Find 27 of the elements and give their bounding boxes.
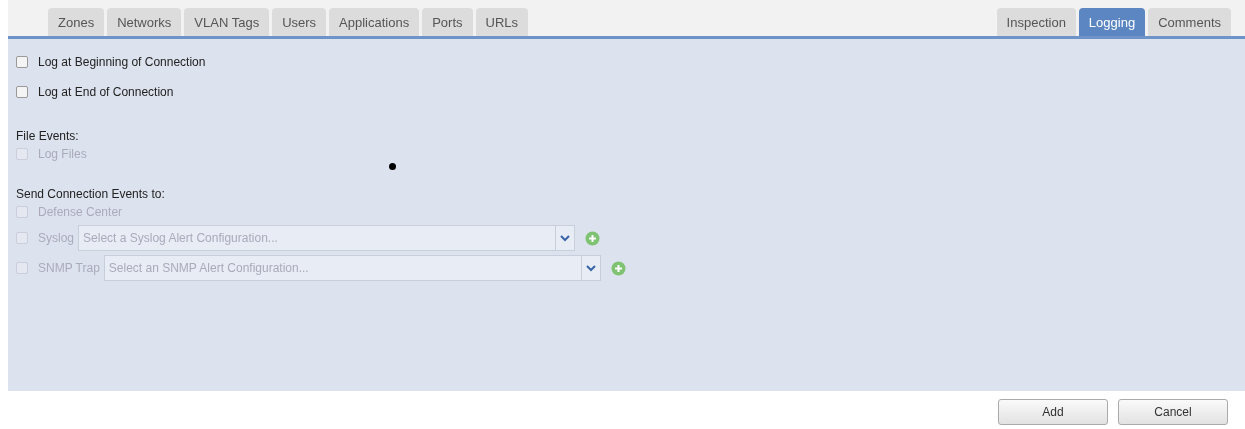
- checkbox-label: Log Files: [38, 147, 87, 161]
- checkbox[interactable]: [16, 86, 28, 98]
- tab[interactable]: Zones: [48, 8, 105, 36]
- section-heading: Send Connection Events to:: [16, 187, 166, 201]
- dialog-button[interactable]: Cancel: [1118, 399, 1228, 425]
- checkbox[interactable]: [16, 56, 28, 68]
- cursor-dot: [389, 163, 396, 170]
- tab[interactable]: Logging: [1078, 8, 1146, 36]
- tab[interactable]: Comments: [1148, 8, 1231, 36]
- checkbox-label: Log at Beginning of Connection: [38, 55, 206, 69]
- dialog-button[interactable]: Add: [998, 399, 1108, 425]
- section-heading: File Events:: [16, 129, 80, 143]
- checkbox-label: Defense Center: [38, 205, 123, 219]
- tab[interactable]: URLs: [475, 8, 529, 36]
- tab[interactable]: Ports: [422, 8, 473, 36]
- tab[interactable]: Applications: [329, 8, 420, 36]
- tab[interactable]: Users: [272, 8, 327, 36]
- add-icon[interactable]: [585, 230, 601, 246]
- chevron-down-icon: [585, 264, 596, 272]
- tab[interactable]: Networks: [107, 8, 182, 36]
- checkbox-label: Log at End of Connection: [38, 85, 174, 99]
- tab[interactable]: VLAN Tags: [184, 8, 270, 36]
- tab[interactable]: Inspection: [996, 8, 1076, 36]
- add-icon[interactable]: [610, 260, 626, 276]
- checkbox-label: Syslog: [38, 231, 75, 245]
- chevron-down-icon: [560, 234, 571, 242]
- checkbox-label: SNMP Trap: [38, 261, 100, 275]
